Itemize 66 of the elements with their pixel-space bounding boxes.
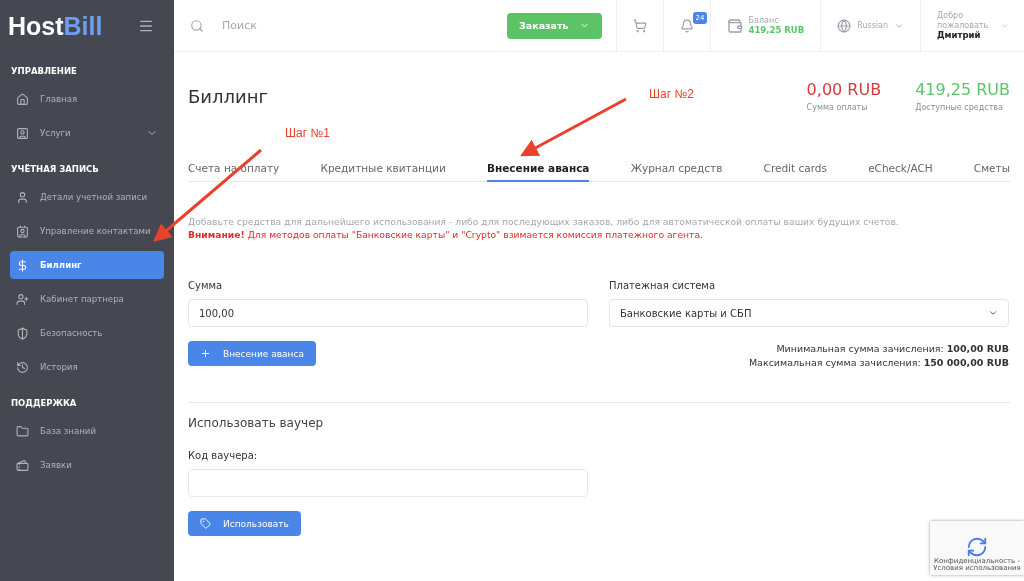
sidebar-item[interactable]: Биллинг <box>10 251 164 279</box>
payment-system-select[interactable]: Банковские карты и СБП <box>609 299 1009 327</box>
annotation-label: Шаг №2 <box>649 87 694 101</box>
sidebar-item[interactable]: Кабинет партнера <box>10 285 164 313</box>
tab[interactable]: Журнал средств <box>630 162 723 182</box>
sidebar-item-icon <box>16 458 29 472</box>
plus-icon <box>200 348 211 359</box>
sidebar-item-icon <box>16 326 29 340</box>
globe-icon <box>837 18 852 33</box>
sidebar-item-icon <box>16 360 29 374</box>
section-title: Использовать ваучер <box>188 416 325 430</box>
voucher-field[interactable] <box>188 469 588 497</box>
sidebar-item[interactable]: Заявки <box>10 451 164 479</box>
field-label: Сумма <box>188 280 224 291</box>
tab[interactable]: Credit cards <box>763 162 827 182</box>
bell-icon[interactable] <box>679 18 694 33</box>
field-label: Платежная система <box>609 280 717 291</box>
user-name[interactable]: Дмитрий <box>937 30 995 41</box>
use-voucher-button[interactable]: Использовать <box>188 511 301 536</box>
limit-text: Минимальная сумма зачисления: 100,00 RUB <box>776 343 1009 354</box>
deposit-button[interactable]: Внесение аванса <box>188 341 316 366</box>
stat-label: Доступные средства <box>915 103 1004 112</box>
logo: HostBill <box>8 11 103 41</box>
greeting: Добро пожаловать <box>937 10 990 31</box>
menu-icon[interactable] <box>138 18 154 34</box>
cart-icon[interactable] <box>632 18 647 33</box>
section-heading: УЧЁТНАЯ ЗАПИСЬ <box>10 163 100 176</box>
amount-field[interactable]: 100,00 <box>188 299 588 327</box>
limit-text: Максимальная сумма зачисления: 150 000,00 RUB <box>748 357 1009 368</box>
balance-label: Баланс <box>748 15 780 26</box>
balance-value: 419,25 RUB <box>748 25 805 36</box>
sidebar-item-icon <box>16 292 29 306</box>
sidebar-item-icon <box>16 92 29 106</box>
caret-icon <box>988 308 998 318</box>
wallet-icon <box>726 17 743 34</box>
sidebar-item[interactable]: Детали учетной записи <box>10 183 164 211</box>
sidebar-item[interactable]: Услуги <box>10 119 164 147</box>
sidebar-item[interactable]: Управление контактами <box>10 217 164 245</box>
section-heading: ПОДДЕРЖКА <box>10 397 78 410</box>
sidebar-item-icon <box>16 224 29 238</box>
tab[interactable]: eCheck/ACH <box>868 162 933 182</box>
tab[interactable]: Сметы <box>973 162 1010 182</box>
sidebar-item[interactable]: Безопасность <box>10 319 164 347</box>
field-label: Код ваучера: <box>188 450 259 461</box>
warning-text: Внимание! Для методов оплаты "Банковские карты" и "Crypto" взимается комиссия платежного агента. <box>188 229 704 240</box>
stat-label: Сумма оплаты <box>806 103 869 112</box>
sidebar-item[interactable]: База знаний <box>10 417 164 445</box>
sidebar-item-icon <box>16 190 29 204</box>
stat-value: 0,00 RUB <box>806 80 882 99</box>
tab[interactable]: Внесение аванса <box>486 162 590 182</box>
annotation-label: Шаг №1 <box>285 126 330 140</box>
page-title: Биллинг <box>188 86 268 107</box>
notice-text: Добавьте средства для дальнейшего использования - либо для последующих заказов, либо для автоматической оплаты ваших будущих счетов. <box>188 216 900 227</box>
stat-value: 419,25 RUB <box>915 80 1010 99</box>
sidebar-item[interactable]: Главная <box>10 85 164 113</box>
sidebar-item[interactable]: История <box>10 353 164 381</box>
sidebar-item-icon <box>16 424 29 438</box>
sidebar-item-icon <box>16 258 29 272</box>
recaptcha-icon <box>966 535 988 558</box>
tag-icon <box>200 518 211 529</box>
sidebar-item-icon <box>16 126 29 140</box>
section-heading: УПРАВЛЕНИЕ <box>10 65 78 78</box>
tab[interactable]: Кредитные квитанции <box>320 162 446 182</box>
language-selector[interactable]: Russian <box>857 20 888 31</box>
search-field[interactable]: Поиск <box>174 0 508 51</box>
search-icon <box>190 18 204 33</box>
